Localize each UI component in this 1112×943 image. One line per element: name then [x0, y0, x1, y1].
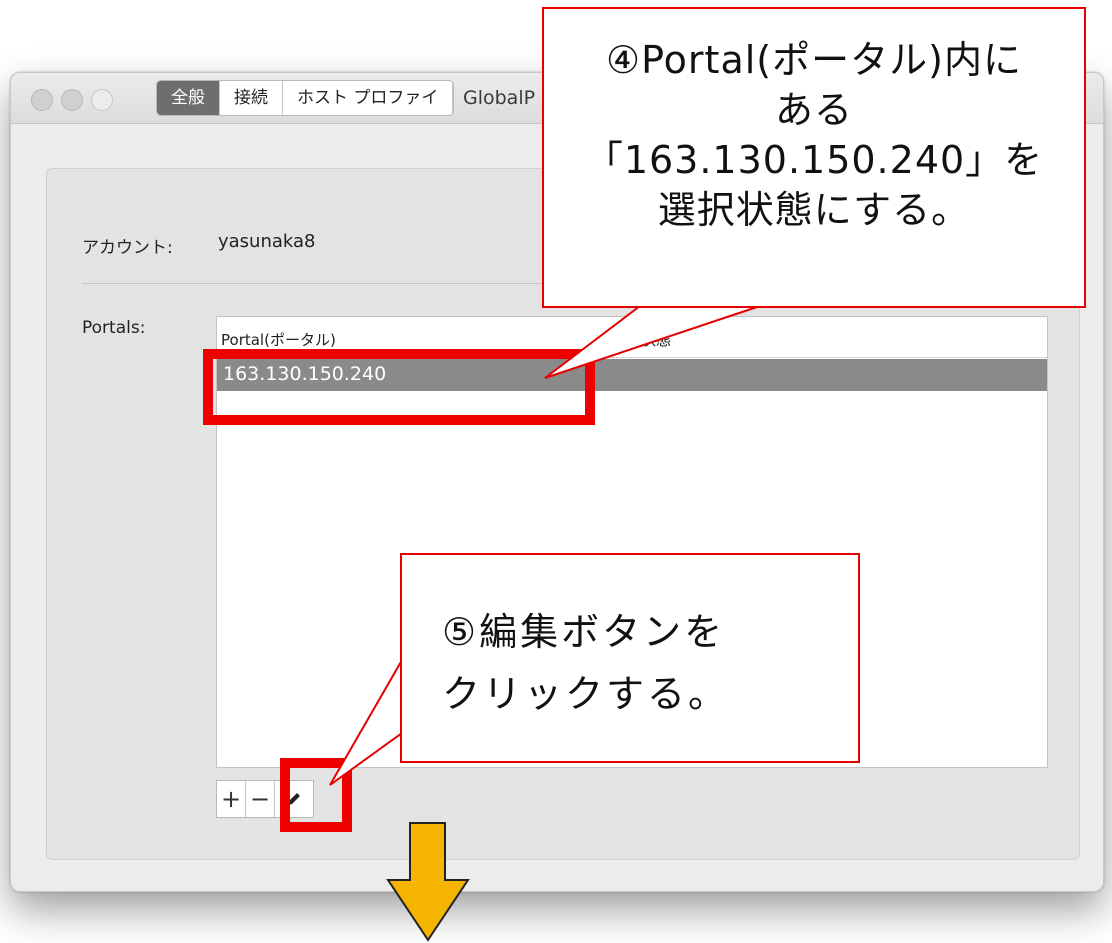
callout-step5-line1: ⑤編集ボタンを	[442, 610, 726, 654]
highlight-edit-button	[280, 758, 352, 832]
callout-step5: ⑤編集ボタンを クリックする。	[400, 553, 860, 763]
tab-bar: 全般 接続 ホスト プロファイ	[156, 80, 455, 116]
highlight-selected-portal	[203, 349, 595, 425]
portals-label: Portals:	[82, 318, 146, 338]
callout-step4-line3: 「163.130.150.240」を	[584, 138, 1044, 182]
window-title: GlobalP	[463, 87, 536, 109]
remove-portal-button[interactable]: −	[246, 781, 275, 817]
add-portal-button[interactable]: +	[217, 781, 246, 817]
close-window-button[interactable]	[31, 89, 53, 111]
zoom-window-button[interactable]	[91, 89, 113, 111]
column-divider	[629, 323, 630, 351]
callout-step4-line1: ④Portal(ポータル)内に	[606, 38, 1022, 82]
minimize-window-button[interactable]	[61, 89, 83, 111]
callout-step4-line2: ある	[774, 88, 853, 132]
column-header-status[interactable]: 状態	[641, 329, 671, 350]
callout-step5-line2: クリックする。	[442, 672, 730, 716]
tab-host-profile[interactable]: ホスト プロファイ	[283, 81, 454, 115]
account-value: yasunaka8	[218, 231, 316, 252]
callout-step4: ④Portal(ポータル)内に ある 「163.130.150.240」を 選択…	[542, 7, 1086, 308]
tab-general[interactable]: 全般	[157, 81, 220, 115]
callout-step4-line4: 選択状態にする。	[657, 188, 971, 232]
account-label: アカウント:	[82, 238, 173, 258]
column-header-portal[interactable]: Portal(ポータル)	[221, 329, 336, 350]
tab-connection[interactable]: 接続	[220, 81, 283, 115]
